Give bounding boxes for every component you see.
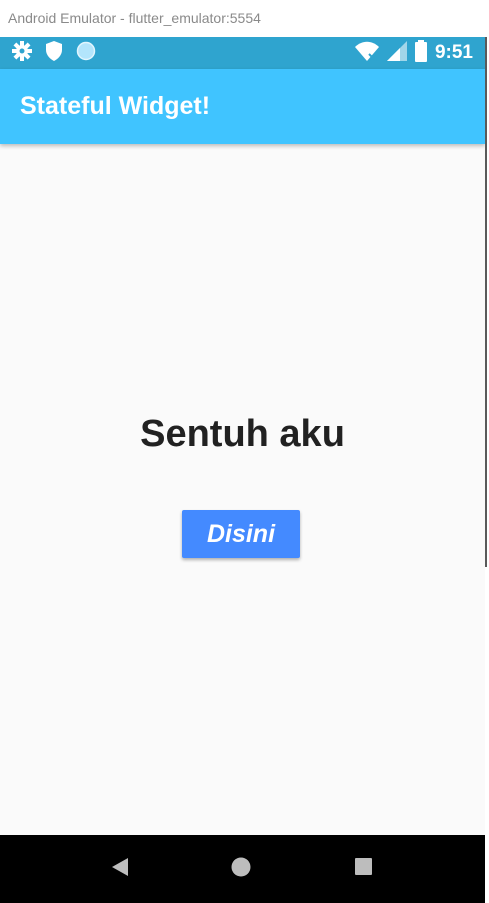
status-time: 9:51 <box>434 42 473 63</box>
disini-button[interactable]: Disini <box>182 510 300 558</box>
app-bar: Stateful Widget! <box>0 69 485 144</box>
emulator-frame-edge <box>485 37 487 567</box>
battery-icon <box>414 39 427 67</box>
gear-icon <box>12 40 32 66</box>
emulator-screen: 9:51 Stateful Widget! Sentuh aku Disini <box>0 37 485 903</box>
status-bar: 9:51 <box>0 37 485 69</box>
window-title: Android Emulator - flutter_emulator:5554 <box>0 0 489 37</box>
recents-icon <box>354 858 372 880</box>
circle-icon <box>76 41 96 66</box>
recents-button[interactable] <box>333 835 393 903</box>
touch-me-text: Sentuh aku <box>140 413 345 455</box>
back-icon <box>112 857 128 881</box>
wifi-icon <box>354 41 379 66</box>
home-button[interactable] <box>211 835 271 903</box>
home-icon <box>231 857 251 882</box>
navigation-bar <box>0 835 485 903</box>
signal-icon <box>386 40 407 66</box>
shield-icon <box>46 40 62 66</box>
back-button[interactable] <box>90 835 150 903</box>
app-title: Stateful Widget! <box>20 92 211 120</box>
